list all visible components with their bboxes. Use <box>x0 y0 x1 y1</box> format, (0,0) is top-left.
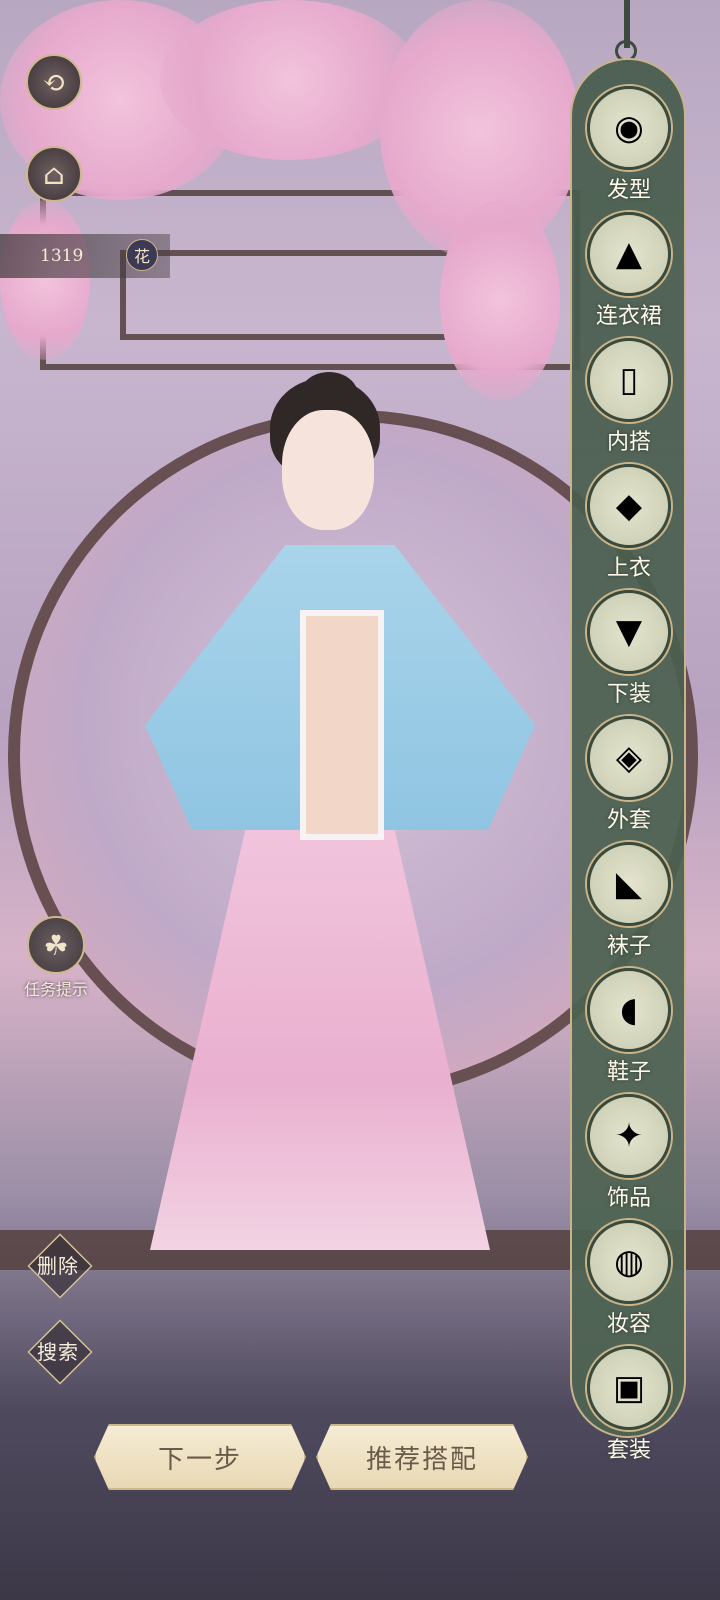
inner-wear-icon: ▯ <box>587 338 671 422</box>
category-accessory[interactable]: ✦ 饰品 <box>580 1094 678 1212</box>
category-label: 袜子 <box>606 934 651 959</box>
blossom-cluster <box>440 200 560 400</box>
flower-currency-icon[interactable]: 花 <box>126 239 158 271</box>
category-label: 下装 <box>606 682 651 707</box>
next-step-label: 下一步 <box>157 1444 242 1475</box>
category-label: 发型 <box>606 178 651 203</box>
character-inner-top <box>300 610 384 840</box>
delete-label: 删除 <box>37 1253 79 1278</box>
category-label: 套装 <box>606 1438 651 1463</box>
character-face <box>282 410 374 530</box>
search-button[interactable]: 搜索 <box>22 1320 94 1380</box>
search-label: 搜索 <box>37 1339 79 1364</box>
next-step-button[interactable]: 下一步 <box>94 1424 306 1490</box>
shop-button[interactable]: ⌂ <box>26 146 82 202</box>
category-skirt[interactable]: ▼ 下装 <box>580 590 678 708</box>
category-label: 鞋子 <box>606 1060 651 1085</box>
hairstyle-icon: ◉ <box>587 86 671 170</box>
makeup-icon: ◍ <box>587 1220 671 1304</box>
category-outfit-set[interactable]: ▣ 套装 <box>580 1346 678 1464</box>
category-label: 内搭 <box>606 430 651 455</box>
blossom-cluster <box>0 200 90 360</box>
currency-bar: 1319 花 <box>0 234 170 278</box>
shoes-icon: ◖ <box>587 968 671 1052</box>
skirt-icon: ▼ <box>587 590 671 674</box>
outfit-set-icon: ▣ <box>587 1346 671 1430</box>
currency-amount: 1319 <box>40 246 84 266</box>
category-label: 饰品 <box>606 1186 651 1211</box>
back-icon: ⟲ <box>42 65 66 99</box>
category-makeup[interactable]: ◍ 妆容 <box>580 1220 678 1338</box>
category-hairstyle[interactable]: ◉ 发型 <box>580 86 678 204</box>
pavilion-icon: ⌂ <box>43 157 65 191</box>
task-hint-button[interactable]: ☘ 任务提示 <box>16 916 96 1000</box>
recommend-outfit-label: 推荐搭配 <box>365 1444 478 1475</box>
task-hint-label: 任务提示 <box>23 980 88 999</box>
category-shoes[interactable]: ◖ 鞋子 <box>580 968 678 1086</box>
dress-icon: ▲ <box>587 212 671 296</box>
category-top[interactable]: ◆ 上衣 <box>580 464 678 582</box>
recommend-outfit-button[interactable]: 推荐搭配 <box>316 1424 528 1490</box>
back-button[interactable]: ⟲ <box>26 54 82 110</box>
category-coat[interactable]: ◈ 外套 <box>580 716 678 834</box>
delete-button[interactable]: 删除 <box>22 1234 94 1294</box>
category-dress[interactable]: ▲ 连衣裙 <box>580 212 678 330</box>
clover-icon: ☘ <box>27 916 85 974</box>
top-icon: ◆ <box>587 464 671 548</box>
category-label: 连衣裙 <box>595 304 662 329</box>
category-label: 妆容 <box>606 1312 651 1337</box>
category-inner-wear[interactable]: ▯ 内搭 <box>580 338 678 456</box>
category-label: 上衣 <box>606 556 651 581</box>
socks-icon: ◣ <box>587 842 671 926</box>
category-socks[interactable]: ◣ 袜子 <box>580 842 678 960</box>
accessory-icon: ✦ <box>587 1094 671 1178</box>
coat-icon: ◈ <box>587 716 671 800</box>
category-label: 外套 <box>606 808 651 833</box>
